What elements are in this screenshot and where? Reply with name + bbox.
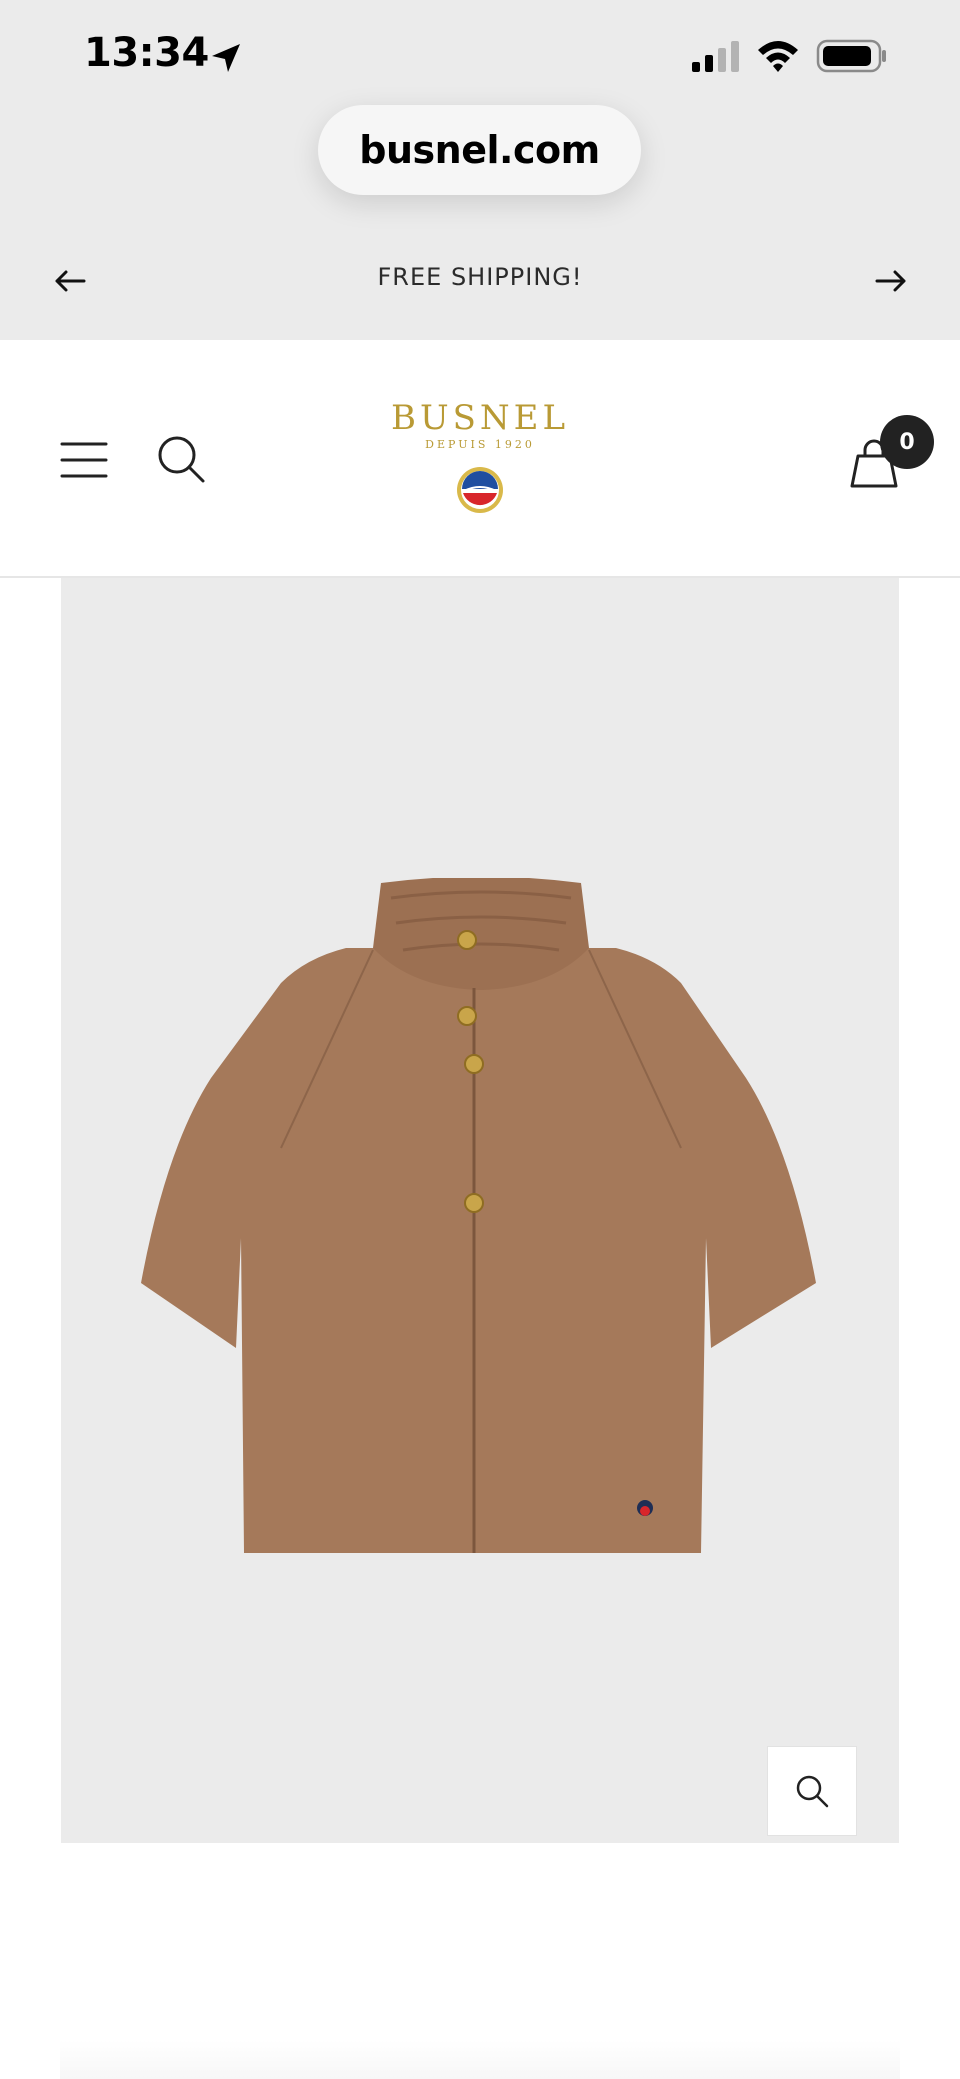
announcement-text: FREE SHIPPING! (377, 263, 583, 291)
browser-chrome: 13:34 busnel.com FREE SHIPPING! (0, 0, 960, 340)
zoom-search-icon (796, 1775, 829, 1808)
arrow-right-icon[interactable] (871, 261, 911, 301)
logo-subtitle: DEPUIS 1920 (425, 438, 535, 451)
battery-icon (816, 39, 886, 73)
status-time: 13:34 (84, 30, 209, 76)
logo-wordmark: BUSNEL (390, 398, 570, 438)
hamburger-menu-icon[interactable] (60, 440, 108, 480)
location-arrow-icon (212, 44, 240, 72)
cart-count-badge[interactable]: 0 (880, 415, 934, 469)
product-image[interactable] (141, 878, 821, 1558)
wifi-icon (758, 41, 798, 72)
brand-logo[interactable]: BUSNEL DEPUIS 1920 (380, 400, 580, 530)
page-content-edge (60, 2040, 900, 2079)
cellular-signal-icon (692, 41, 739, 72)
url-bar[interactable]: busnel.com (318, 105, 641, 195)
announcement-bar: FREE SHIPPING! (0, 245, 960, 315)
search-icon[interactable] (156, 434, 206, 484)
product-image-gallery[interactable] (61, 578, 899, 1843)
logo-emblem-icon (457, 467, 503, 513)
zoom-button[interactable] (767, 1746, 857, 1836)
site-header: BUSNEL DEPUIS 1920 0 (0, 340, 960, 578)
